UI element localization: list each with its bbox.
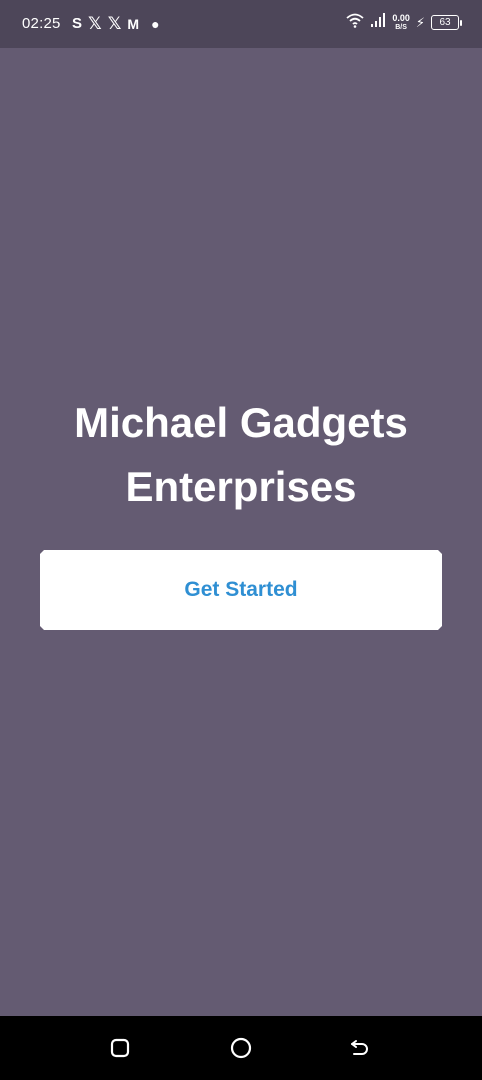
recent-apps-icon (110, 1038, 130, 1058)
network-speed: 0.00 B/S (392, 12, 410, 32)
x-icon: 𝕏 (107, 14, 122, 33)
back-button[interactable] (348, 1036, 372, 1060)
notification-icons: S 𝕏 𝕏 M ● (72, 15, 160, 33)
status-bar: 02:25 S 𝕏 𝕏 M ● 0.00 B/S ⚡ 63 (0, 0, 482, 48)
x-icon: 𝕏 (88, 14, 102, 33)
battery-tip (460, 19, 462, 26)
home-icon (230, 1037, 252, 1059)
system-icons: 0.00 B/S ⚡ 63 (346, 12, 462, 33)
page-title: Michael Gadgets Enterprises (0, 391, 482, 519)
recent-apps-button[interactable] (108, 1036, 132, 1060)
charging-bolt-icon: ⚡ (415, 14, 425, 30)
title-line-1: Michael Gadgets (74, 399, 408, 446)
title-line-2: Enterprises (125, 463, 357, 510)
home-button[interactable] (229, 1036, 253, 1060)
wifi-icon (346, 12, 364, 33)
get-started-button[interactable]: Get Started (40, 550, 442, 630)
battery-level: 63 (431, 15, 459, 30)
s-app-icon: S (72, 15, 83, 32)
navigation-bar (0, 1016, 482, 1080)
signal-icon (370, 12, 386, 33)
battery-icon: 63 (431, 15, 462, 30)
back-icon (351, 1040, 368, 1055)
gmail-icon: M (127, 16, 140, 32)
network-speed-unit: B/S (395, 23, 407, 31)
dot-icon: ● (151, 16, 160, 32)
status-time: 02:25 (22, 15, 61, 32)
network-speed-value: 0.00 (392, 12, 410, 23)
